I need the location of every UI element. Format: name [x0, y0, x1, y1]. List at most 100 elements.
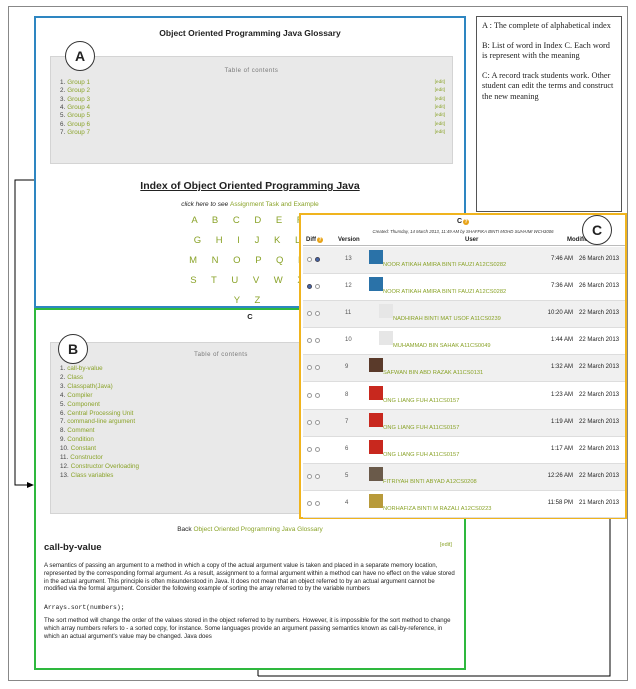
user-name[interactable]: NOOR ATIKAH AMIRA BINTI FAUZI A12CS0282 — [383, 289, 506, 295]
toc-item[interactable]: 7. command-line argument — [60, 418, 135, 426]
toc-edit-link[interactable]: [edit] — [435, 129, 445, 137]
toc-label[interactable]: call-by-value — [67, 365, 102, 372]
toc-item[interactable]: 2. Class — [60, 374, 83, 382]
toc-edit-link[interactable]: [edit] — [435, 121, 445, 129]
history-row: 9 SAFWAN BIN ABD RAZAK A11CS0131 1:32 AM 22… — [303, 355, 625, 383]
toc-item[interactable]: 8. Comment — [60, 427, 95, 435]
modified-time: 7:46 AM — [550, 256, 573, 262]
diff-radio-new[interactable] — [315, 392, 320, 398]
diff-radio-new[interactable] — [315, 500, 320, 506]
toc-label[interactable]: Group 6 — [67, 121, 90, 128]
help-icon[interactable]: ? — [463, 219, 470, 225]
toc-label[interactable]: Group 3 — [67, 96, 90, 103]
toc-item[interactable]: 13. Class variables — [60, 472, 113, 480]
toc-item[interactable]: 1. call-by-value — [60, 365, 103, 373]
version-number[interactable]: 11 — [345, 310, 351, 316]
user-name[interactable]: ONG LIANG FUH A11CS0157 — [383, 425, 459, 431]
user-name[interactable]: SAFWAN BIN ABD RAZAK A11CS0131 — [383, 370, 483, 376]
user-name[interactable]: MUHAMMAD BIN SAHAK A11CS0049 — [393, 343, 491, 349]
diff-radio-old[interactable] — [307, 311, 312, 317]
toc-item[interactable]: 5. Component — [60, 401, 100, 409]
toc-label[interactable]: command-line argument — [67, 418, 135, 425]
diff-radio-new[interactable] — [315, 311, 320, 317]
toc-item[interactable]: 2. Group 2 [edit] — [60, 87, 445, 95]
toc-label[interactable]: Constructor Overloading — [71, 463, 139, 470]
toc-item[interactable]: 3. Classpath(Java) — [60, 383, 113, 391]
toc-label[interactable]: Condition — [67, 436, 94, 443]
version-number[interactable]: 6 — [345, 446, 348, 452]
diff-radio-old[interactable] — [307, 419, 312, 425]
diff-radio-new[interactable] — [315, 284, 320, 290]
version-number[interactable]: 13 — [345, 256, 352, 262]
user-name[interactable]: NORHAFIZA BINTI M RAZALI A12CS0223 — [383, 506, 491, 512]
toc-edit-link[interactable]: [edit] — [435, 79, 445, 87]
toc-label[interactable]: Group 5 — [67, 112, 90, 119]
toc-item[interactable]: 4. Compiler — [60, 392, 92, 400]
toc-edit-link[interactable]: [edit] — [435, 112, 445, 120]
diff-radio-old[interactable] — [307, 338, 312, 344]
toc-item[interactable]: 6. Group 6 [edit] — [60, 121, 445, 129]
toc-item[interactable]: 10. Constant — [60, 445, 96, 453]
version-number[interactable]: 12 — [345, 283, 352, 289]
toc-label[interactable]: Classpath(Java) — [67, 383, 113, 390]
toc-item[interactable]: 11. Constructor — [60, 454, 103, 462]
toc-item[interactable]: 5. Group 5 [edit] — [60, 112, 445, 120]
toc-label[interactable]: Class variables — [71, 472, 114, 479]
legend-a: A : The complete of alphabetical index — [482, 21, 611, 30]
user-name[interactable]: NADHIRAH BINTI MAT USOF A11CS0239 — [393, 316, 501, 322]
toc-label[interactable]: Constant — [71, 445, 96, 452]
diff-radio-new[interactable] — [315, 338, 320, 344]
help-icon[interactable]: ? — [317, 237, 323, 243]
diff-radio-new[interactable] — [315, 257, 320, 262]
toc-item[interactable]: 7. Group 7 [edit] — [60, 129, 445, 137]
diff-radio-old[interactable] — [307, 392, 312, 398]
diff-radio-new[interactable] — [315, 365, 320, 371]
toc-label[interactable]: Group 1 — [67, 79, 90, 86]
toc-label[interactable]: Component — [67, 401, 100, 408]
user-name[interactable]: ONG LIANG FUH A11CS0157 — [383, 452, 459, 458]
created-note: Created: Thursday, 14 March 2013, 11:49 … — [372, 229, 554, 234]
toc-item[interactable]: 12. Constructor Overloading — [60, 463, 139, 471]
toc-item[interactable]: 3. Group 3 [edit] — [60, 96, 445, 104]
diff-radio-old[interactable] — [307, 500, 312, 506]
version-number[interactable]: 8 — [345, 392, 348, 398]
toc-edit-link[interactable]: [edit] — [435, 96, 445, 104]
toc-item[interactable]: 4. Group 4 [edit] — [60, 104, 445, 112]
toc-label[interactable]: Class — [67, 374, 83, 381]
back-link[interactable]: Object Oriented Programming Java Glossar… — [193, 526, 322, 533]
version-number[interactable]: 9 — [345, 364, 348, 370]
toc-item[interactable]: 1. Group 1 [edit] — [60, 79, 445, 87]
diff-radio-new[interactable] — [315, 446, 320, 452]
diff-radio-new[interactable] — [315, 419, 320, 425]
diff-radio-old[interactable] — [307, 446, 312, 452]
version-number[interactable]: 10 — [345, 337, 352, 343]
legend-box: A : The complete of alphabetical index B… — [476, 16, 622, 212]
user-name[interactable]: ONG LIANG FUH A11CS0157 — [383, 398, 459, 404]
toc-label[interactable]: Compiler — [67, 392, 92, 399]
toc-label[interactable]: Group 4 — [67, 104, 90, 111]
diff-radio-old[interactable] — [307, 257, 312, 262]
toc-number: 2. — [60, 87, 66, 95]
toc-label[interactable]: Constructor — [70, 454, 103, 461]
user-name[interactable]: FITRIYAH BINTI ABYAD A12CS0208 — [383, 479, 477, 485]
diff-radio-old[interactable] — [307, 284, 312, 290]
toc-edit-link[interactable]: [edit] — [435, 104, 445, 112]
version-number[interactable]: 7 — [345, 419, 348, 425]
toc-edit-link[interactable]: [edit] — [435, 87, 445, 95]
toc-item[interactable]: 6. Central Processing Unit — [60, 410, 133, 418]
assignment-link[interactable]: Assignment Task and Example — [230, 201, 319, 208]
version-number[interactable]: 4 — [345, 500, 348, 506]
toc-label[interactable]: Group 7 — [67, 129, 90, 136]
history-row: 10 MUHAMMAD BIN SAHAK A11CS0049 1:44 AM 22 … — [303, 328, 625, 356]
diff-radio-old[interactable] — [307, 365, 312, 371]
toc-label[interactable]: Comment — [67, 427, 94, 434]
toc-label[interactable]: Group 2 — [67, 87, 90, 94]
diff-radio-new[interactable] — [315, 473, 320, 479]
edit-link[interactable]: [edit] — [440, 542, 452, 548]
toc-label[interactable]: Central Processing Unit — [67, 410, 133, 417]
definition-paragraph-1: A semantics of passing an argument to a … — [44, 562, 455, 593]
toc-item[interactable]: 9. Condition — [60, 436, 94, 444]
user-name[interactable]: NOOR ATIKAH AMIRA BINTI FAUZI A12CS0282 — [383, 262, 506, 268]
diff-radio-old[interactable] — [307, 473, 312, 479]
version-number[interactable]: 5 — [345, 473, 348, 479]
